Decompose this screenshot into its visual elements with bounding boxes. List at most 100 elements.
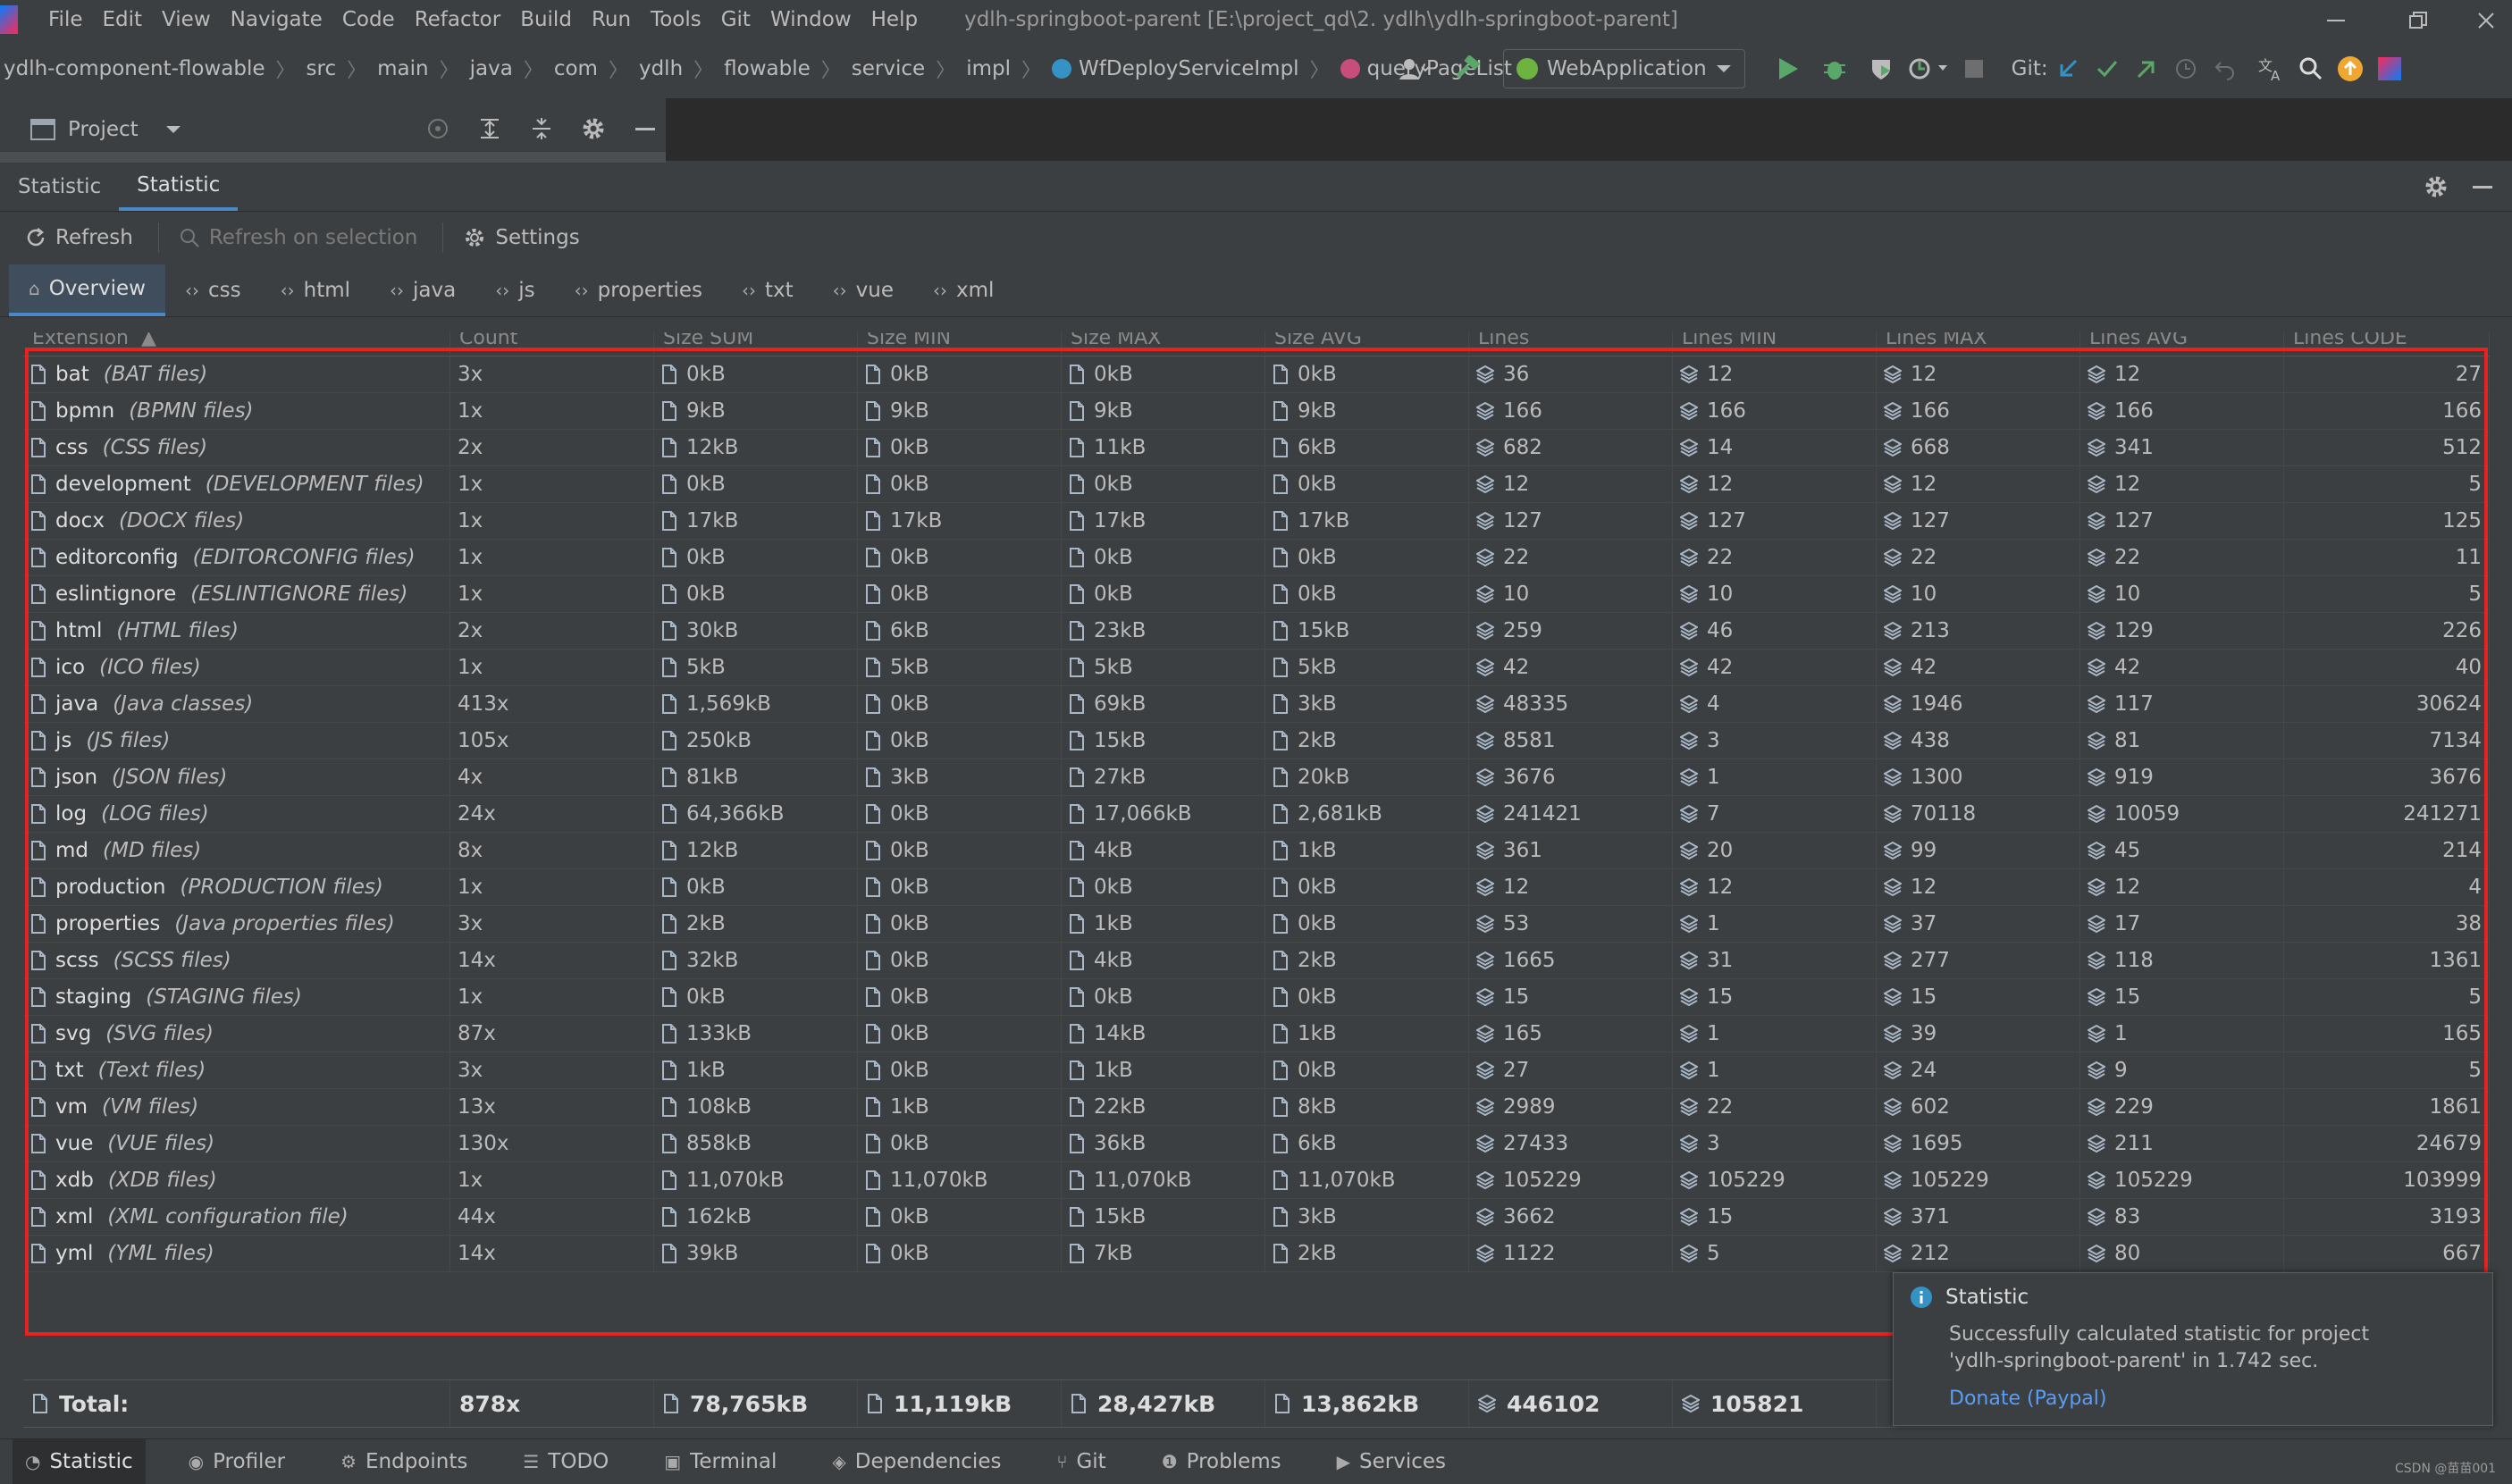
column-header[interactable]: Size AVG [1265,332,1469,354]
git-rollback-button[interactable] [2205,49,2245,88]
table-row[interactable]: scss (SCSS files) 14x 32kB 0kB 4kB 2kB 1665 31 27… [23,943,2490,979]
menu-run[interactable]: Run [592,8,631,31]
column-header[interactable]: Lines MAX [1877,332,2080,354]
table-row[interactable]: bat (BAT files) 3x 0kB 0kB 0kB 0kB 36 12 12 12 27 [23,356,2490,393]
minimize-button[interactable] [2300,5,2372,36]
breadcrumb-item[interactable]: com [554,57,598,80]
breadcrumb-item[interactable]: service [852,57,925,80]
table-row[interactable]: eslintignore (ESLINTIGNORE files) 1x 0kB 0kB… [23,576,2490,613]
hide-statistic-button[interactable] [2463,167,2502,206]
table-row[interactable]: java (Java classes) 413x 1,569kB 0kB 69kB 3kB 4… [23,686,2490,723]
menu-edit[interactable]: Edit [103,8,143,31]
hide-project-button[interactable] [626,109,665,148]
tab-js[interactable]: ‹› js [475,264,554,316]
table-row[interactable]: vm (VM files) 13x 108kB 1kB 22kB 8kB 2989 22 602 2… [23,1089,2490,1126]
column-header[interactable]: Size MIN [858,332,1062,354]
breadcrumb-item[interactable]: ydlh-component-flowable [4,57,265,80]
tab-txt[interactable]: ‹› txt [722,264,813,316]
toolwindow-profiler[interactable]: ◉ Profiler [176,1439,298,1484]
build-button[interactable] [1448,49,1487,88]
table-row[interactable]: xdb (XDB files) 1x 11,070kB 11,070kB 11,070kB… [23,1162,2490,1199]
table-row[interactable]: vue (VUE files) 130x 858kB 0kB 36kB 6kB 27433 3 1… [23,1126,2490,1162]
menu-refactor[interactable]: Refactor [415,8,500,31]
column-header[interactable]: Lines CODE [2284,332,2490,354]
tab-statistic-1[interactable]: Statistic [0,163,119,211]
restore-button[interactable] [2382,5,2454,36]
toolwindow-problems[interactable]: ❶ Problems [1149,1439,1294,1484]
menu-help[interactable]: Help [871,8,918,31]
table-row[interactable]: md (MD files) 8x 12kB 0kB 4kB 1kB 361 20 99 45 214 [23,833,2490,869]
table-row[interactable]: editorconfig (EDITORCONFIG files) 1x 0kB 0kB… [23,540,2490,576]
table-row[interactable]: log (LOG files) 24x 64,366kB 0kB 17,066kB 2,68… [23,796,2490,833]
tab-overview[interactable]: ⌂ Overview [9,264,165,316]
table-row[interactable]: development (DEVELOPMENT files) 1x 0kB 0kB 0k… [23,466,2490,503]
menu-code[interactable]: Code [342,8,395,31]
tab-properties[interactable]: ‹› properties [555,264,722,316]
user-button[interactable] [1394,49,1433,88]
git-history-button[interactable] [2166,49,2205,88]
menu-file[interactable]: File [48,8,83,31]
breadcrumb-item[interactable]: flowable [724,57,811,80]
statistic-settings-button[interactable] [2416,167,2456,206]
breadcrumb-item[interactable]: WfDeployServiceImpl [1079,57,1299,80]
column-header[interactable]: Size SUM [654,332,858,354]
run-button[interactable] [1768,49,1808,88]
table-row[interactable]: bpmn (BPMN files) 1x 9kB 9kB 9kB 9kB 166 166 166 1… [23,393,2490,430]
close-window-button[interactable] [2450,5,2512,36]
run-config-select[interactable]: WebApplication [1503,49,1745,88]
search-everywhere-button[interactable] [2291,49,2331,88]
table-row[interactable]: staging (STAGING files) 1x 0kB 0kB 0kB 0kB 15 15… [23,979,2490,1016]
table-row[interactable]: xml (XML configuration file) 44x 162kB 0kB 15… [23,1199,2490,1236]
toolwindow-git[interactable]: ⑂ Git [1044,1439,1118,1484]
breadcrumb-item[interactable]: src [307,57,337,80]
git-push-button[interactable] [2127,49,2166,88]
table-row[interactable]: production (PRODUCTION files) 1x 0kB 0kB 0kB 0… [23,869,2490,906]
toolwindow-statistic[interactable]: ◔ Statistic [13,1439,146,1484]
debug-button[interactable] [1815,49,1854,88]
expand-all-button[interactable] [470,109,509,148]
tab-statistic-2[interactable]: Statistic [119,163,239,211]
statistic-notification[interactable]: Statistic Successfully calculated statis… [1893,1272,2493,1426]
breadcrumb-item[interactable]: main [377,57,428,80]
refresh-button[interactable]: Refresh [25,226,133,249]
toolwindow-terminal[interactable]: ▣ Terminal [651,1439,789,1484]
git-update-button[interactable] [2048,49,2088,88]
settings-button[interactable]: Settings [463,226,580,249]
table-row[interactable]: ico (ICO files) 1x 5kB 5kB 5kB 5kB 42 42 42 42 40 [23,650,2490,686]
donate-link[interactable]: Donate (Paypal) [1949,1388,2106,1410]
table-row[interactable]: json (JSON files) 4x 81kB 3kB 27kB 20kB 3676 1 13… [23,759,2490,796]
menu-git[interactable]: Git [721,8,751,31]
breadcrumb-item[interactable]: ydlh [639,57,683,80]
menu-build[interactable]: Build [520,8,572,31]
locate-button[interactable] [418,109,458,148]
menu-navigate[interactable]: Navigate [231,8,323,31]
stop-button[interactable] [1954,49,1994,88]
table-row[interactable]: svg (SVG files) 87x 133kB 0kB 14kB 1kB 165 1 39 1 1… [23,1016,2490,1052]
profile-button[interactable] [1908,49,1947,88]
column-header[interactable]: Size MAX [1062,332,1265,354]
tab-xml[interactable]: ‹› xml [913,264,1013,316]
refresh-on-selection-button[interactable]: Refresh on selection [179,226,417,249]
menu-tools[interactable]: Tools [651,8,702,31]
tab-css[interactable]: ‹› css [165,264,261,316]
toolwindow-dependencies[interactable]: ◈ Dependencies [819,1439,1013,1484]
coverage-button[interactable] [1861,49,1901,88]
toolwindow-endpoints[interactable]: ⚙ Endpoints [328,1439,480,1484]
column-header[interactable]: Count [450,332,654,354]
table-row[interactable]: html (HTML files) 2x 30kB 6kB 23kB 15kB 259 46 21… [23,613,2490,650]
column-header[interactable]: Lines AVG [2080,332,2284,354]
table-row[interactable]: txt (Text files) 3x 1kB 0kB 1kB 0kB 27 1 24 9 5 [23,1052,2490,1089]
tab-java[interactable]: ‹› java [370,264,475,316]
tab-html[interactable]: ‹› html [261,264,370,316]
table-row[interactable]: js (JS files) 105x 250kB 0kB 15kB 2kB 8581 3 438 8… [23,723,2490,759]
translate-button[interactable]: 文A [2252,49,2291,88]
table-row[interactable]: yml (YML files) 14x 39kB 0kB 7kB 2kB 1122 5 212 80… [23,1236,2490,1272]
collapse-all-button[interactable] [522,109,561,148]
project-settings-button[interactable] [574,109,613,148]
menu-view[interactable]: View [162,8,211,31]
breadcrumb-item[interactable]: impl [966,57,1011,80]
column-header[interactable]: Lines [1469,332,1673,354]
toolwindow-todo[interactable]: ☰ TODO [510,1439,621,1484]
updates-button[interactable] [2331,49,2370,88]
column-header[interactable]: Extension ▲ [23,332,450,354]
